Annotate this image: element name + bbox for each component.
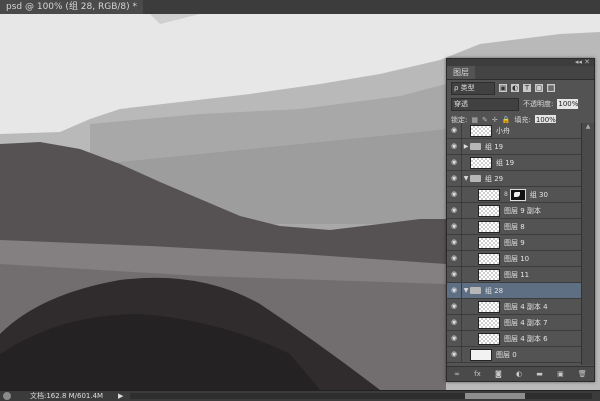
layer-row[interactable]: ◉ ▼ 组 29 (447, 171, 581, 187)
layer-row[interactable]: ◉ 图层 11 (447, 267, 581, 283)
layer-name: 图层 9 (504, 238, 525, 247)
layer-thumbnail (478, 204, 500, 217)
smart-filter-icon[interactable]: ▦ (547, 84, 555, 92)
fx-icon[interactable]: fx (474, 370, 481, 378)
eye-icon[interactable]: ◉ (447, 139, 462, 154)
layer-name: 组 19 (485, 142, 504, 151)
eye-icon[interactable]: ◉ (447, 283, 462, 298)
layer-thumbnail (478, 332, 500, 345)
layer-name: 图层 11 (504, 270, 530, 279)
eye-icon[interactable]: ◉ (447, 155, 462, 170)
folder-icon (470, 143, 481, 150)
new-group-icon[interactable]: ▬ (536, 370, 543, 378)
panel-footer: ∞ fx ◙ ◐ ▬ ▣ 🗑 (447, 366, 594, 381)
layer-row[interactable]: ◉ 图层 8 (447, 219, 581, 235)
trash-icon[interactable]: 🗑 (578, 370, 587, 378)
layer-thumbnail (478, 236, 500, 249)
shape-filter-icon[interactable]: ▢ (535, 84, 543, 92)
layer-name: 图层 8 (504, 222, 525, 231)
document-tab-bar: psd @ 100% (组 28, RGB/8) * (0, 0, 600, 15)
zoom-icon[interactable] (3, 392, 11, 400)
layer-name: 图层 10 (504, 254, 530, 263)
opacity-field[interactable]: 100% (557, 99, 578, 109)
tab-layers[interactable]: 图层 (447, 66, 475, 79)
folder-icon (470, 175, 481, 182)
layer-name: 图层 4 副本 6 (504, 334, 548, 343)
opacity-label: 不透明度: (523, 100, 554, 108)
layer-thumbnail (470, 156, 492, 169)
layer-thumbnail (478, 220, 500, 233)
layers-list: ◉ 小舟 ◉ ▶ 组 19 ◉ 组 19 ◉ ▼ 组 29 ◉ 8 组 30 ◉… (447, 123, 581, 365)
layer-row[interactable]: ◉ 图层 9 副本 (447, 203, 581, 219)
eye-icon[interactable]: ◉ (447, 203, 462, 218)
layer-row[interactable]: ◉ 小舟 (447, 123, 581, 139)
scroll-up-icon[interactable]: ▲ (582, 123, 594, 131)
layer-row[interactable]: ◉ 图层 10 (447, 251, 581, 267)
eye-icon[interactable]: ◉ (447, 299, 462, 314)
adjustment-filter-icon[interactable]: ◐ (511, 84, 519, 92)
eye-icon[interactable]: ◉ (447, 251, 462, 266)
panel-tabs: 图层 (447, 66, 594, 80)
layer-name: 组 19 (496, 158, 515, 167)
link-icon[interactable]: ∞ (454, 370, 460, 378)
eye-icon[interactable]: ◉ (447, 315, 462, 330)
layer-name: 组 29 (485, 174, 504, 183)
layer-row[interactable]: ◉ 组 19 (447, 155, 581, 171)
mask-thumbnail (509, 188, 526, 201)
blend-row: 穿透 不透明度: 100% (447, 96, 594, 112)
folder-icon (470, 287, 481, 294)
layer-name: 小舟 (496, 126, 510, 135)
eye-icon[interactable]: ◉ (447, 347, 462, 362)
chain-link-icon[interactable]: 8 (504, 191, 508, 198)
layer-thumbnail (478, 188, 500, 201)
layer-name: 组 30 (529, 190, 548, 199)
layer-thumbnail (470, 124, 492, 137)
layer-name: 图层 9 副本 (504, 206, 541, 215)
layer-row[interactable]: ◉ 图层 4 副本 6 (447, 331, 581, 347)
layer-row[interactable]: ◉ ▶ 组 19 (447, 139, 581, 155)
expand-arrow-icon[interactable]: ▶ (462, 143, 470, 150)
layer-thumbnail (478, 316, 500, 329)
layers-scrollbar[interactable]: ▲ (581, 123, 594, 365)
type-filter-icon[interactable]: T (523, 84, 531, 92)
layer-row[interactable]: ◉ 图层 4 副本 7 (447, 315, 581, 331)
new-layer-icon[interactable]: ▣ (557, 370, 564, 378)
blend-mode-select[interactable]: 穿透 (451, 97, 519, 111)
horizontal-scrollbar[interactable] (130, 393, 592, 399)
panel-titlebar: ◂◂ ✕ (447, 58, 594, 66)
eye-icon[interactable]: ◉ (447, 331, 462, 346)
collapse-arrow-icon[interactable]: ▼ (462, 175, 470, 182)
layer-row[interactable]: ◉ 图层 9 (447, 235, 581, 251)
layer-thumbnail (478, 252, 500, 265)
layer-row[interactable]: ◉ 8 组 30 (447, 187, 581, 203)
eye-icon[interactable]: ◉ (447, 267, 462, 282)
image-filter-icon[interactable]: ▣ (499, 84, 507, 92)
layer-name: 图层 4 副本 4 (504, 302, 548, 311)
layers-panel: ◂◂ ✕ 图层 ρ 类型 ▣ ◐ T ▢ ▦ 穿透 不透明度: 100% 锁定:… (446, 58, 595, 382)
layer-name: 图层 0 (496, 350, 517, 359)
eye-icon[interactable]: ◉ (447, 171, 462, 186)
eye-icon[interactable]: ◉ (447, 123, 462, 138)
adjustment-icon[interactable]: ◐ (516, 370, 522, 378)
layer-name: 组 28 (485, 286, 504, 295)
layer-thumbnail (478, 300, 500, 313)
layer-thumbnail (478, 268, 500, 281)
layer-row[interactable]: ◉ 图层 4 副本 4 (447, 299, 581, 315)
filter-kind-select[interactable]: ρ 类型 (451, 81, 495, 95)
filter-row: ρ 类型 ▣ ◐ T ▢ ▦ (447, 80, 594, 96)
document-tab[interactable]: psd @ 100% (组 28, RGB/8) * (0, 0, 144, 14)
collapse-arrow-icon[interactable]: ▼ (462, 287, 470, 294)
mask-icon[interactable]: ◙ (495, 370, 502, 378)
layer-row[interactable]: ◉ 图层 0 (447, 347, 581, 363)
scroll-thumb[interactable] (465, 393, 525, 399)
layer-thumbnail (470, 348, 492, 361)
layer-row-selected[interactable]: ◉ ▼ 组 28 (447, 283, 581, 299)
layer-name: 图层 4 副本 7 (504, 318, 548, 327)
eye-icon[interactable]: ◉ (447, 187, 462, 202)
eye-icon[interactable]: ◉ (447, 235, 462, 250)
eye-icon[interactable]: ◉ (447, 219, 462, 234)
status-bar: 文档:162.8 M/601.4M ▶ (0, 390, 600, 401)
collapse-icon[interactable]: ◂◂ ✕ (575, 58, 590, 66)
